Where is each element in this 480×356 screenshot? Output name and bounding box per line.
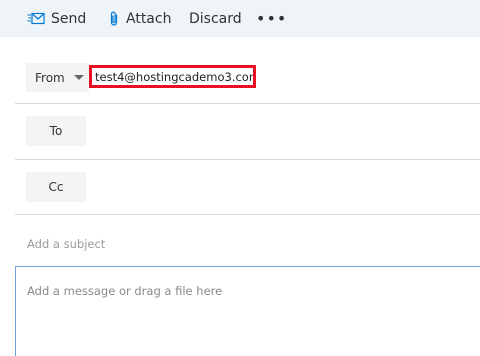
to-button[interactable]: To: [26, 116, 86, 146]
cc-button[interactable]: Cc: [26, 172, 86, 202]
from-dropdown-button[interactable]: From: [26, 63, 89, 92]
compose-form: From test4@hostingcademo3.com To Cc Add …: [15, 37, 480, 356]
from-email-text: test4@hostingcademo3.com: [95, 69, 256, 84]
attach-label: Attach: [126, 10, 172, 27]
subject-row: Add a subject: [15, 215, 480, 265]
command-toolbar: Send Attach Discard •••: [0, 0, 480, 37]
paperclip-icon: [108, 11, 120, 27]
from-email-address[interactable]: test4@hostingcademo3.com: [89, 65, 256, 88]
message-body-editor[interactable]: Add a message or drag a file here: [15, 266, 480, 356]
subject-placeholder: Add a subject: [27, 237, 106, 251]
to-input[interactable]: [95, 116, 475, 146]
send-mail-icon: [27, 12, 45, 26]
subject-input[interactable]: Add a subject: [27, 233, 467, 255]
more-options-button[interactable]: •••: [256, 0, 287, 37]
send-label: Send: [51, 10, 87, 27]
attach-button[interactable]: Attach: [108, 0, 171, 37]
to-label: To: [49, 124, 63, 138]
cc-row: Cc: [15, 160, 480, 215]
send-button[interactable]: Send: [27, 0, 86, 37]
body-placeholder: Add a message or drag a file here: [27, 284, 223, 298]
from-label: From: [35, 70, 65, 85]
more-options-icon: •••: [256, 9, 288, 28]
caret-down-icon: [73, 75, 84, 80]
to-row: To: [15, 104, 480, 160]
discard-label: Discard: [189, 10, 242, 27]
discard-button[interactable]: Discard: [189, 0, 242, 37]
cc-input[interactable]: [95, 172, 475, 202]
from-row: From test4@hostingcademo3.com: [15, 37, 480, 104]
cc-label: Cc: [48, 180, 64, 194]
